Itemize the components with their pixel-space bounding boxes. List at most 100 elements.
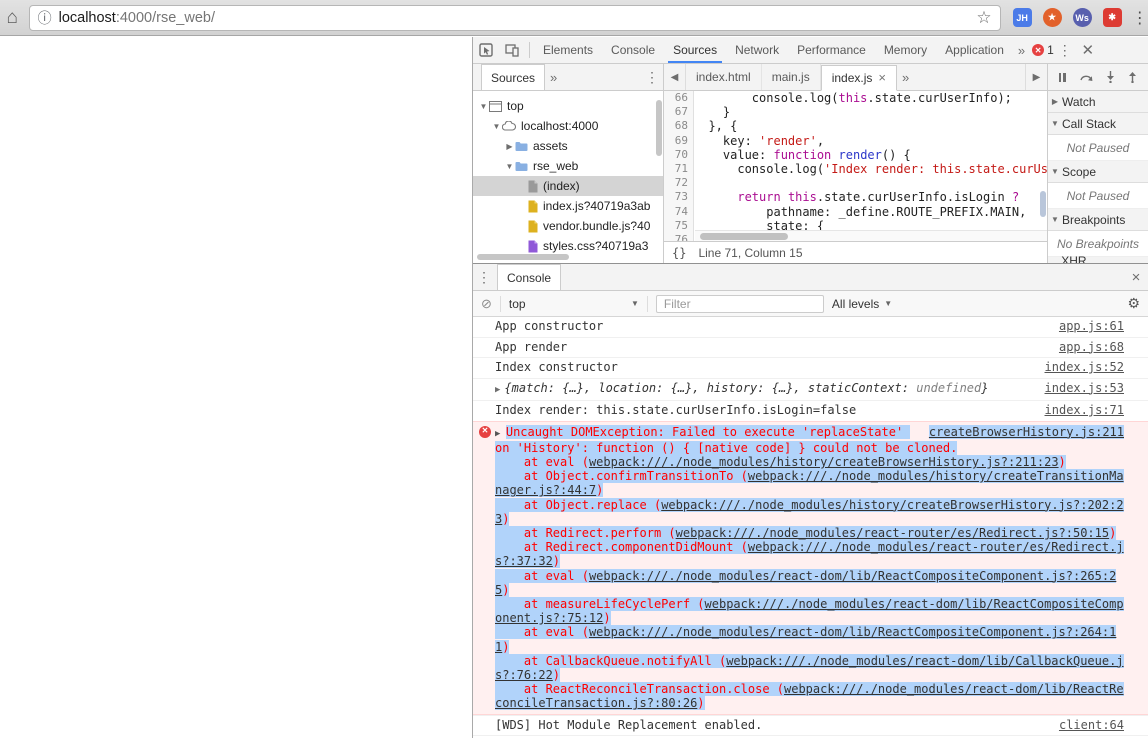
- tree-expander-icon[interactable]: ▶: [504, 142, 515, 151]
- line-number[interactable]: 70: [664, 148, 693, 162]
- pretty-print-icon[interactable]: {}: [672, 246, 686, 260]
- tab-sources[interactable]: Sources: [481, 64, 546, 90]
- tree-item-index-js-40719a3ab[interactable]: index.js?40719a3ab: [473, 196, 663, 216]
- more-sidebar-tabs-chevron[interactable]: »: [545, 70, 562, 85]
- line-number[interactable]: 72: [664, 176, 693, 190]
- tab-close-icon[interactable]: ×: [878, 70, 886, 85]
- debugger-section-call-stack[interactable]: ▼ Call Stack: [1048, 113, 1148, 135]
- show-navigator-icon[interactable]: ▶: [1025, 64, 1047, 90]
- extension-chat-icon[interactable]: ★: [1042, 8, 1062, 27]
- pause-icon[interactable]: [1058, 72, 1066, 82]
- editor-tab-main-js[interactable]: main.js: [762, 64, 821, 90]
- tab-network[interactable]: Network: [726, 37, 788, 63]
- web-page-content[interactable]: [0, 37, 472, 738]
- line-number[interactable]: 66: [664, 91, 693, 105]
- debugger-section-watch[interactable]: ▶ Watch: [1048, 91, 1148, 113]
- tab-console[interactable]: Console: [497, 264, 562, 290]
- debugger-section-breakpoints[interactable]: ▼ Breakpoints: [1048, 209, 1148, 231]
- sidebar-menu-icon[interactable]: ⋮: [641, 69, 663, 86]
- execution-context-selector[interactable]: top ▼: [509, 297, 639, 311]
- source-link[interactable]: index.js:71: [1045, 403, 1124, 418]
- extension-ws-icon[interactable]: Ws: [1072, 8, 1092, 27]
- url-bar[interactable]: ⓘ localhost :4000/rse_web/ ☆: [28, 4, 1001, 31]
- stack-frame-link[interactable]: webpack:///./node_modules/react-dom/lib/…: [495, 682, 1124, 710]
- debugger-section-scope[interactable]: ▼ Scope: [1048, 161, 1148, 183]
- stack-frame-link[interactable]: webpack:///./node_modules/react-dom/lib/…: [495, 654, 1124, 682]
- console-settings-gear-icon[interactable]: ⚙: [1127, 295, 1140, 312]
- stack-frame-link[interactable]: webpack:///./node_modules/react-dom/lib/…: [495, 597, 1124, 625]
- step-over-icon[interactable]: [1079, 72, 1093, 82]
- tree-item-vendor-bundle-js-40[interactable]: vendor.bundle.js?40: [473, 216, 663, 236]
- source-link[interactable]: app.js:68: [1059, 340, 1124, 355]
- line-number[interactable]: 69: [664, 134, 693, 148]
- drawer-close-icon[interactable]: ×: [1124, 269, 1148, 286]
- tab-memory[interactable]: Memory: [875, 37, 936, 63]
- tree-expander-icon[interactable]: ▼: [491, 122, 502, 131]
- tree-item--index-[interactable]: (index): [473, 176, 663, 196]
- line-number[interactable]: 71: [664, 162, 693, 176]
- stack-frame-link[interactable]: webpack:///./node_modules/react-dom/lib/…: [495, 625, 1116, 653]
- tab-scroll-left-icon[interactable]: ◀: [664, 64, 686, 90]
- expand-error-icon[interactable]: ▶: [495, 429, 506, 439]
- more-panels-chevron[interactable]: »: [1013, 43, 1030, 58]
- editor-horizontal-scrollbar[interactable]: [695, 230, 1047, 241]
- tab-elements[interactable]: Elements: [534, 37, 602, 63]
- tab-performance[interactable]: Performance: [788, 37, 875, 63]
- tree-item-top[interactable]: ▼ top: [473, 96, 663, 116]
- tree-horizontal-scrollbar[interactable]: [477, 254, 569, 260]
- tree-item-assets[interactable]: ▶ assets: [473, 136, 663, 156]
- step-into-icon[interactable]: [1106, 71, 1115, 83]
- toolbar-divider: [529, 42, 530, 58]
- tree-expander-icon[interactable]: ▼: [504, 162, 515, 171]
- device-toolbar-icon[interactable]: [499, 37, 525, 63]
- line-number-gutter[interactable]: 66 67 68 69 70 71 72 73 74 75 76: [664, 91, 694, 241]
- clear-console-icon[interactable]: ⊘: [481, 296, 492, 312]
- stack-frame-link[interactable]: webpack:///./node_modules/react-router/e…: [676, 526, 1109, 540]
- editor-scrollbar-thumb[interactable]: [700, 233, 788, 240]
- line-number[interactable]: 73: [664, 190, 693, 204]
- stack-frame-link[interactable]: webpack:///./node_modules/history/create…: [495, 498, 1124, 526]
- devtools-menu-icon[interactable]: ⋮: [1054, 42, 1076, 59]
- source-link[interactable]: client:64: [1059, 718, 1124, 733]
- console-filter-input[interactable]: [655, 294, 824, 313]
- home-icon[interactable]: ⌂: [0, 7, 25, 29]
- stack-frame-link[interactable]: webpack:///./node_modules/react-router/e…: [495, 540, 1124, 568]
- page-info-icon[interactable]: ⓘ: [38, 8, 52, 28]
- tree-item-localhost-4000[interactable]: ▼ localhost:4000: [473, 116, 663, 136]
- editor-tab-index-html[interactable]: index.html: [686, 64, 762, 90]
- tab-console[interactable]: Console: [602, 37, 664, 63]
- editor-tab-index-js[interactable]: index.js ×: [820, 64, 897, 91]
- browser-menu-icon[interactable]: ⋮: [1132, 8, 1148, 28]
- tab-sources[interactable]: Sources: [664, 37, 726, 63]
- expand-object-icon[interactable]: ▶: [495, 385, 500, 395]
- devtools-close-icon[interactable]: ✕: [1076, 41, 1100, 59]
- tree-vertical-scrollbar[interactable]: [656, 100, 662, 156]
- tab-application[interactable]: Application: [936, 37, 1013, 63]
- error-source-link[interactable]: createBrowserHistory.js:211: [928, 424, 1124, 439]
- source-link[interactable]: app.js:61: [1059, 319, 1124, 334]
- stack-frame-link[interactable]: webpack:///./node_modules/react-dom/lib/…: [495, 569, 1116, 597]
- more-editor-tabs-chevron[interactable]: »: [897, 70, 914, 85]
- debugger-section-xhr-breakpoints[interactable]: ▶XHR Breakpoints: [1048, 254, 1148, 263]
- extension-jh-icon[interactable]: JH: [1012, 8, 1032, 27]
- source-link[interactable]: index.js:52: [1045, 360, 1124, 375]
- step-out-icon[interactable]: [1128, 71, 1137, 83]
- tree-expander-icon[interactable]: ▼: [478, 102, 489, 111]
- line-number[interactable]: 76: [664, 233, 693, 241]
- editor-vertical-scrollbar[interactable]: [1040, 191, 1046, 217]
- inspect-element-icon[interactable]: [473, 37, 499, 63]
- stack-frame-link[interactable]: webpack:///./node_modules/history/create…: [495, 469, 1124, 497]
- tree-item-rse-web[interactable]: ▼ rse_web: [473, 156, 663, 176]
- bookmark-star-icon[interactable]: ☆: [976, 8, 991, 28]
- line-number[interactable]: 67: [664, 105, 693, 119]
- line-number[interactable]: 75: [664, 219, 693, 233]
- error-count-badge[interactable]: ✕ 1: [1032, 43, 1054, 57]
- source-link[interactable]: index.js:53: [1045, 381, 1124, 398]
- tree-item-styles-css-40719a3[interactable]: styles.css?40719a3: [473, 236, 663, 256]
- drawer-menu-icon[interactable]: ⋮: [473, 269, 495, 286]
- line-number[interactable]: 68: [664, 119, 693, 133]
- log-level-selector[interactable]: All levels ▼: [832, 297, 892, 311]
- line-number[interactable]: 74: [664, 205, 693, 219]
- extension-red-icon[interactable]: ✱: [1102, 8, 1122, 27]
- stack-frame-link[interactable]: webpack:///./node_modules/history/create…: [589, 455, 1059, 469]
